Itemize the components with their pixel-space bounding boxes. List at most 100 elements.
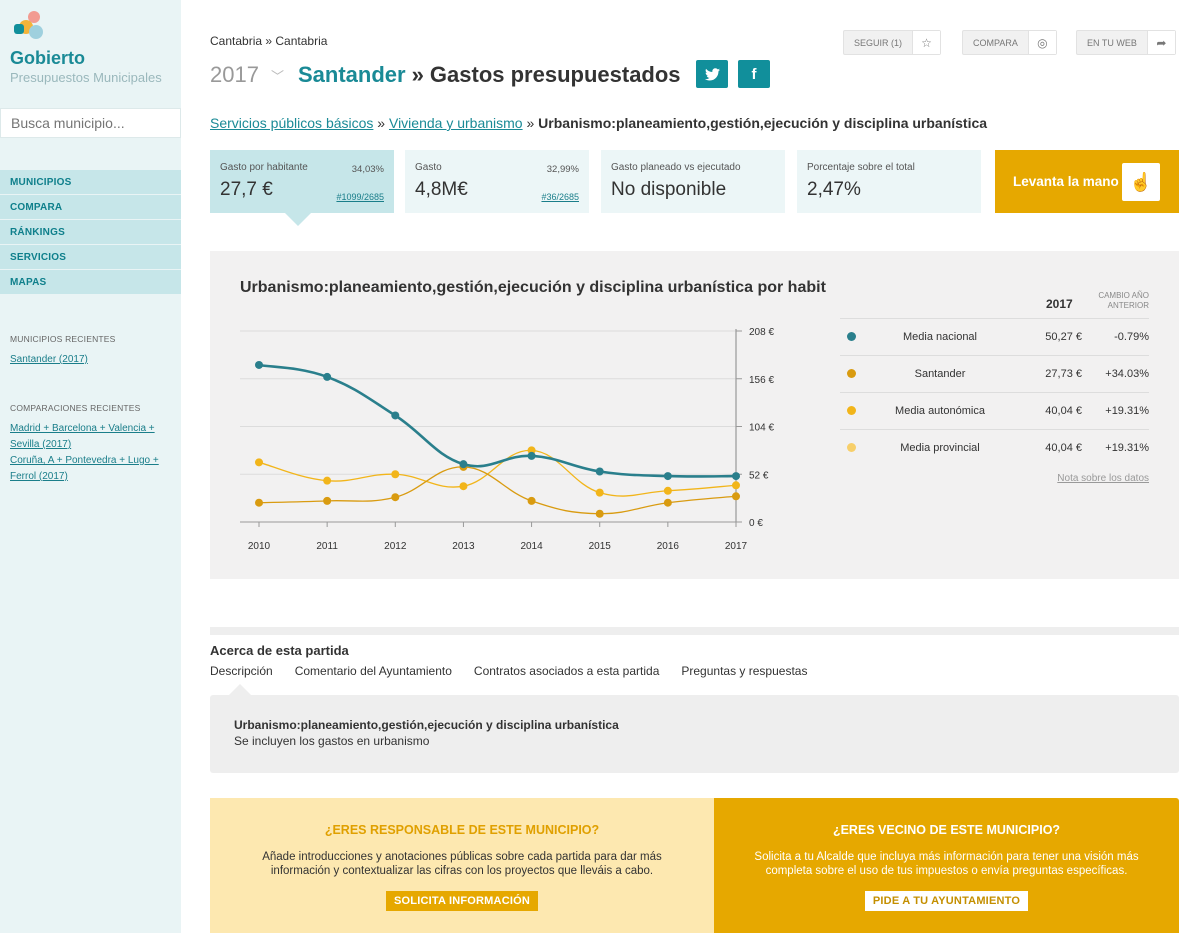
tab-descripcion[interactable]: Descripción (210, 664, 273, 678)
pide-ayuntamiento-button[interactable]: PIDE A TU AYUNTAMIENTO (864, 891, 1029, 911)
legend-row[interactable]: Media provincial 40,04 € +19.31% (840, 430, 1149, 467)
nav-item-compara[interactable]: COMPARA (0, 195, 181, 219)
about-tabs: Descripción Comentario del Ayuntamiento … (210, 664, 829, 678)
year-selector[interactable]: 2017 (210, 62, 259, 88)
data-point (255, 458, 263, 467)
twitter-icon[interactable] (696, 60, 728, 88)
y-tick-label: 104 € (749, 423, 774, 434)
data-point (255, 360, 263, 369)
embed-button[interactable]: EN TU WEB ➦ (1076, 30, 1176, 55)
legend-change-heading: CAMBIO AÑO ANTERIOR (1098, 291, 1149, 310)
recent-comparison-link[interactable]: Madrid + Barcelona + Valencia + Sevilla … (10, 421, 175, 453)
data-point (323, 372, 332, 381)
legend-dot (847, 406, 856, 415)
x-tick-label: 2014 (520, 541, 543, 552)
cta-responsable-title: ¿ERES RESPONSABLE DE ESTE MUNICIPIO? (324, 823, 600, 837)
brand-subtitle: Presupuestos Municipales (10, 70, 162, 85)
data-point (527, 496, 536, 505)
category-link-level-2[interactable]: Vivienda y urbanismo (389, 115, 523, 131)
legend-row[interactable]: Santander 27,73 € +34.03% (840, 356, 1149, 393)
legend-value: 50,27 € (1045, 331, 1082, 343)
x-tick-label: 2017 (725, 541, 748, 552)
x-tick-label: 2010 (248, 541, 271, 552)
legend-name: Media nacional (903, 331, 977, 343)
data-point (595, 488, 604, 497)
gobierto-logo-icon (14, 11, 43, 39)
nav-item-mapas[interactable]: MAPAS (0, 270, 181, 294)
x-tick-label: 2016 (657, 541, 680, 552)
cta-responsable: ¿ERES RESPONSABLE DE ESTE MUNICIPIO? Aña… (210, 798, 714, 933)
search-input[interactable] (0, 108, 181, 138)
follow-button[interactable]: SEGUIR (1) ☆ (843, 30, 942, 55)
kpi-percent: 34,03% (351, 164, 384, 175)
tab-comentario[interactable]: Comentario del Ayuntamiento (295, 664, 452, 678)
chart-panel: Urbanismo:planeamiento,gestión,ejecución… (210, 251, 1179, 579)
data-point (732, 472, 740, 481)
recent-municipalities-heading: MUNICIPIOS RECIENTES (10, 334, 116, 344)
x-tick-label: 2011 (316, 541, 338, 552)
recent-comparison-link[interactable]: Coruña, A + Pontevedra + Lugo + Ferrol (… (10, 453, 175, 485)
section-divider (210, 627, 1179, 635)
data-note-link[interactable]: Nota sobre los datos (1057, 473, 1149, 484)
y-tick-label: 0 € (749, 518, 763, 529)
brand-title: Gobierto (10, 48, 85, 68)
data-point (663, 498, 672, 507)
kpi-gasto-por-habitante[interactable]: Gasto por habitante 34,03% 27,7 € #1099/… (210, 150, 394, 213)
cta-vecino-title: ¿ERES VECINO DE ESTE MUNICIPIO? (832, 823, 1061, 837)
category-link-level-1[interactable]: Servicios públicos básicos (210, 115, 373, 131)
kpi-ranking-link[interactable]: #36/2685 (541, 192, 579, 202)
nav-item-rankings[interactable]: RÁNKINGS (0, 220, 181, 244)
data-point (255, 498, 263, 507)
legend-value: 27,73 € (1045, 368, 1082, 380)
kpi-porcentaje-total[interactable]: Porcentaje sobre el total 2,47% (797, 150, 981, 213)
main-nav: MUNICIPIOS COMPARA RÁNKINGS SERVICIOS MA… (0, 170, 181, 295)
star-icon: ☆ (912, 31, 941, 54)
chart-legend-table: 2017 CAMBIO AÑO ANTERIOR Media nacional … (840, 291, 1149, 467)
y-tick-label: 156 € (749, 375, 774, 386)
kpi-percent: 32,99% (546, 164, 579, 175)
legend-dot (847, 443, 856, 452)
raise-hand-button[interactable]: Levanta la mano ☝ (995, 150, 1179, 213)
y-tick-label: 52 € (749, 470, 769, 481)
data-point (527, 451, 536, 460)
nav-item-municipios[interactable]: MUNICIPIOS (0, 170, 181, 194)
kpi-gasto[interactable]: Gasto 32,99% 4,8M€ #36/2685 (405, 150, 589, 213)
data-point (459, 460, 468, 469)
legend-row[interactable]: Media autonómica 40,04 € +19.31% (840, 393, 1149, 430)
path-separator: » (522, 115, 539, 131)
breadcrumb[interactable]: Cantabria » Cantabria (210, 34, 327, 48)
legend-value: 40,04 € (1045, 405, 1082, 417)
kpi-ranking-link[interactable]: #1099/2685 (336, 192, 384, 202)
compare-button[interactable]: COMPARA ◎ (962, 30, 1057, 55)
twitter-bird (704, 67, 720, 80)
data-point (391, 470, 400, 479)
kpi-planeado-vs-ejecutado[interactable]: Gasto planeado vs ejecutado No disponibl… (601, 150, 785, 213)
description-title: Urbanismo:planeamiento,gestión,ejecución… (234, 718, 619, 732)
chevron-down-icon[interactable]: ﹀ (271, 66, 284, 85)
solicita-informacion-button[interactable]: SOLICITA INFORMACIÓN (386, 891, 538, 911)
x-tick-label: 2013 (452, 541, 475, 552)
legend-change: +19.31% (1105, 405, 1149, 417)
category-breadcrumb: Servicios públicos básicos » Vivienda y … (210, 115, 987, 131)
nav-item-servicios[interactable]: SERVICIOS (0, 245, 181, 269)
share-icon: ➦ (1146, 31, 1175, 54)
legend-row[interactable]: Media nacional 50,27 € -0.79% (840, 319, 1149, 356)
facebook-icon[interactable]: f (738, 60, 770, 88)
data-point (595, 509, 604, 518)
legend-value: 40,04 € (1045, 442, 1082, 454)
legend-year: 2017 (1046, 297, 1073, 311)
kpi-label: Porcentaje sobre el total (807, 162, 915, 173)
tab-contratos[interactable]: Contratos asociados a esta partida (474, 664, 659, 678)
hand-icon: ☝ (1122, 163, 1160, 201)
path-separator: » (373, 115, 389, 131)
data-point (459, 482, 468, 491)
cta-vecino-text: Solicita a tu Alcalde que incluya más in… (754, 851, 1139, 877)
data-point (323, 496, 332, 505)
recent-municipality-link[interactable]: Santander (2017) (10, 352, 175, 368)
municipality-link[interactable]: Santander (298, 62, 406, 88)
tab-preguntas[interactable]: Preguntas y respuestas (681, 664, 807, 678)
legend-dot (847, 369, 856, 378)
data-point (663, 486, 672, 495)
legend-change: -0.79% (1114, 331, 1149, 343)
kpi-label: Gasto planeado vs ejecutado (611, 162, 741, 173)
